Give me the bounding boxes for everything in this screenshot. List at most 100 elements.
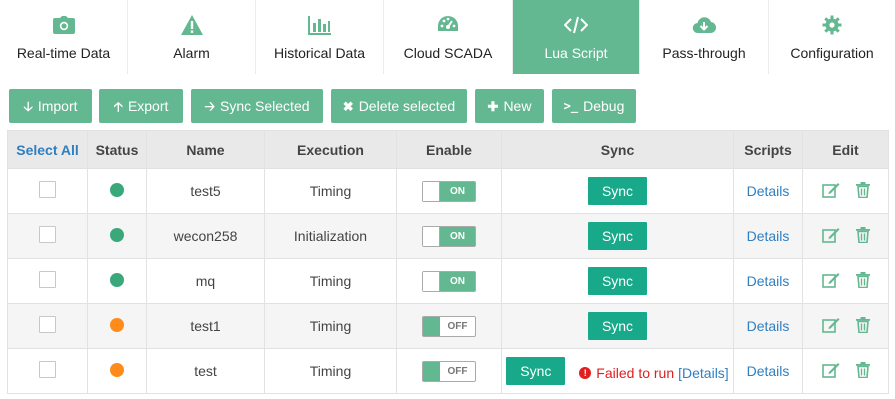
status-header: Status [87, 130, 147, 169]
details-link[interactable]: Details [747, 318, 790, 334]
tab-label: Alarm [173, 45, 210, 61]
arrow-right-icon: 🡢 [204, 98, 216, 114]
status-dot [110, 272, 124, 287]
gear-icon [820, 13, 844, 37]
edit-cell [802, 168, 889, 214]
scripts-cell: Details [733, 258, 803, 304]
details-link[interactable]: Details [747, 363, 790, 379]
edit-cell [802, 258, 889, 304]
code-icon [564, 13, 588, 37]
row-checkbox[interactable] [39, 316, 56, 333]
enable-toggle[interactable]: ON [422, 225, 476, 247]
sync-cell: Sync [501, 168, 734, 214]
name-cell: test1 [146, 303, 265, 349]
debug-button[interactable]: >_ Debug [552, 89, 636, 123]
dashboard-icon [436, 13, 460, 37]
details-link[interactable]: Details [747, 273, 790, 289]
execution-cell: Timing [264, 258, 397, 304]
sync-header: Sync [501, 130, 734, 169]
toggle-text: OFF [447, 320, 468, 332]
sync-selected-label: Sync Selected [220, 98, 310, 114]
tab-cloud-scada[interactable]: Cloud SCADA [384, 0, 513, 74]
details-link[interactable]: Details [747, 183, 790, 199]
scripts-cell: Details [733, 168, 803, 214]
status-cell [87, 348, 147, 394]
edit-icon[interactable] [821, 317, 840, 333]
row-checkbox[interactable] [39, 181, 56, 198]
trash-icon[interactable] [855, 361, 870, 378]
export-button[interactable]: 🡡 Export [99, 89, 183, 123]
sync-selected-button[interactable]: 🡢 Sync Selected [191, 89, 323, 123]
scripts-header: Scripts [733, 130, 803, 169]
arrow-up-icon: 🡡 [113, 98, 123, 114]
sync-button[interactable]: Sync [587, 267, 648, 295]
tab-configuration[interactable]: Configuration [769, 0, 895, 74]
trash-icon[interactable] [855, 316, 870, 333]
close-icon: ✖ [342, 98, 354, 114]
name-cell: test [146, 348, 265, 394]
edit-header: Edit [802, 130, 889, 169]
edit-cell [802, 213, 889, 259]
camera-icon [52, 13, 76, 37]
details-link[interactable]: Details [747, 228, 790, 244]
sync-error: ! Failed to run [Details] [579, 365, 729, 381]
checkbox-cell [7, 348, 88, 394]
cloud-download-icon [692, 13, 716, 37]
sync-button[interactable]: Sync [587, 177, 648, 205]
enable-cell: OFF [396, 348, 502, 394]
status-cell [87, 213, 147, 259]
import-button[interactable]: 🡣 Import [9, 89, 92, 123]
top-nav: Real-time Data Alarm Historical Data Clo… [0, 0, 895, 74]
enable-toggle[interactable]: OFF [422, 360, 476, 382]
sync-button[interactable]: Sync [506, 357, 566, 385]
tab-real-time-data[interactable]: Real-time Data [0, 0, 128, 74]
error-details-link[interactable]: [Details] [678, 365, 729, 381]
name-cell: test5 [146, 168, 265, 214]
name-header: Name [146, 130, 265, 169]
plus-icon: ✚ [487, 98, 499, 114]
tab-historical-data[interactable]: Historical Data [256, 0, 384, 74]
script-table: Select All Status Name Execution Enable … [7, 130, 889, 394]
delete-selected-label: Delete selected [358, 98, 456, 114]
tab-alarm[interactable]: Alarm [128, 0, 256, 74]
edit-icon[interactable] [821, 272, 840, 288]
toggle-text: OFF [447, 365, 468, 377]
enable-toggle[interactable]: OFF [422, 315, 476, 337]
trash-icon[interactable] [855, 271, 870, 288]
table-row: wecon258 Initialization ON Sync Details [7, 213, 889, 259]
trash-icon[interactable] [855, 226, 870, 243]
sync-button[interactable]: Sync [587, 222, 648, 250]
error-icon: ! [579, 367, 592, 379]
scripts-cell: Details [733, 303, 803, 349]
checkbox-cell [7, 168, 88, 214]
debug-label: Debug [583, 98, 625, 114]
edit-icon[interactable] [821, 182, 840, 198]
enable-cell: ON [396, 258, 502, 304]
new-button[interactable]: ✚ New [475, 89, 544, 123]
edit-icon[interactable] [821, 362, 840, 378]
enable-toggle[interactable]: ON [422, 180, 476, 202]
tab-lua-script[interactable]: Lua Script [513, 0, 640, 74]
scripts-cell: Details [733, 348, 803, 394]
tab-pass-through[interactable]: Pass-through [640, 0, 769, 74]
arrow-down-icon: 🡣 [23, 98, 33, 114]
status-dot [110, 362, 124, 377]
scripts-cell: Details [733, 213, 803, 259]
name-cell: wecon258 [146, 213, 265, 259]
execution-cell: Timing [264, 303, 397, 349]
tab-label: Lua Script [544, 45, 608, 61]
status-dot [110, 182, 124, 197]
row-checkbox[interactable] [39, 361, 56, 378]
row-checkbox[interactable] [39, 226, 56, 243]
edit-cell [802, 348, 889, 394]
enable-cell: ON [396, 213, 502, 259]
enable-toggle[interactable]: ON [422, 270, 476, 292]
edit-icon[interactable] [821, 227, 840, 243]
trash-icon[interactable] [855, 181, 870, 198]
select-all-link[interactable]: Select All [7, 130, 88, 169]
delete-selected-button[interactable]: ✖ Delete selected [331, 89, 467, 123]
row-checkbox[interactable] [39, 271, 56, 288]
table-row: test5 Timing ON Sync Details [7, 168, 889, 214]
sync-button[interactable]: Sync [587, 312, 648, 340]
table-row: test1 Timing OFF Sync Details [7, 303, 889, 349]
